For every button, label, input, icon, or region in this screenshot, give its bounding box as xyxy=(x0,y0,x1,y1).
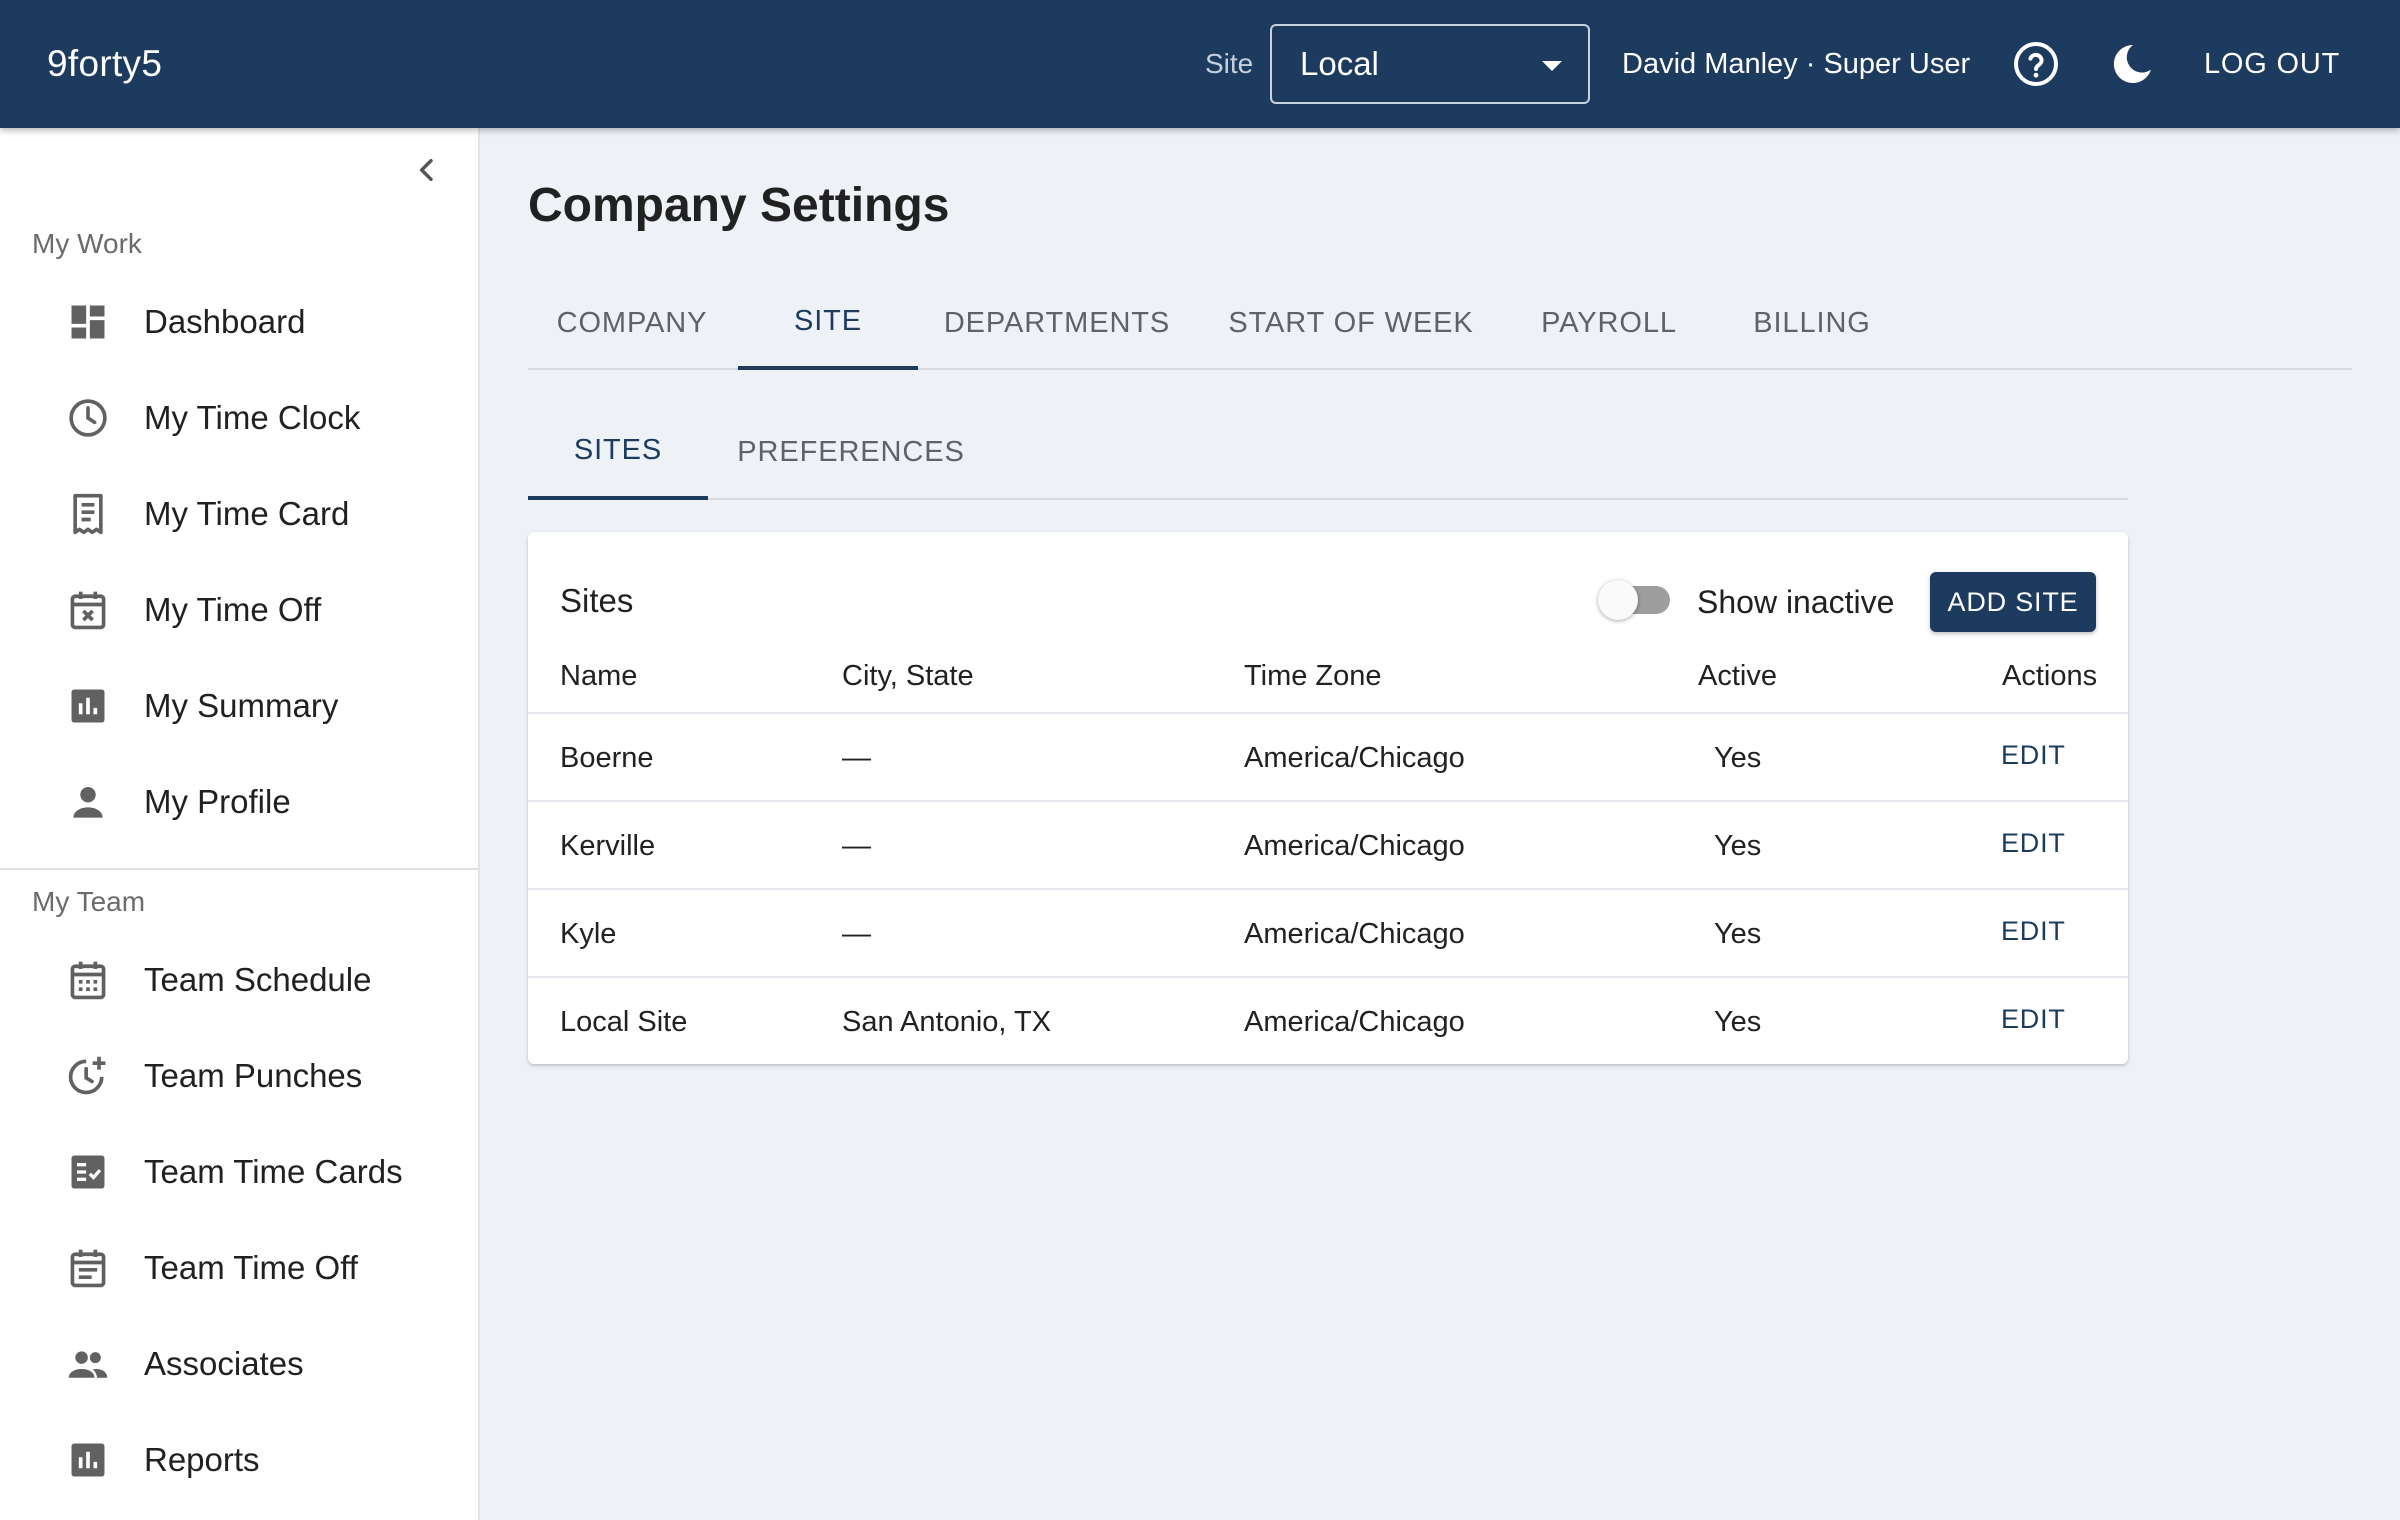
cell-city-state: — xyxy=(842,742,871,774)
bar-chart-icon xyxy=(71,689,105,723)
sidebar-item-my-time-card[interactable]: My Time Card xyxy=(0,468,478,560)
edit-button[interactable]: EDIT xyxy=(2001,1004,2066,1035)
sidebar-item-associates[interactable]: Associates xyxy=(0,1318,478,1410)
people-icon xyxy=(68,1351,108,1378)
sidebar-item-label: My Profile xyxy=(144,783,291,820)
cell-name: Boerne xyxy=(560,742,654,774)
settings-tabs: COMPANY SITE DEPARTMENTS START OF WEEK P… xyxy=(528,276,2352,370)
cell-name: Kyle xyxy=(560,918,617,950)
chevron-down-icon xyxy=(1542,61,1562,71)
table-row: Kerville — America/Chicago Yes EDIT xyxy=(528,800,2128,888)
section-title-my-work: My Work xyxy=(32,228,142,259)
sidebar-item-label: My Summary xyxy=(144,687,339,724)
sidebar-item-label: My Time Off xyxy=(144,591,322,628)
sidebar-item-team-time-off[interactable]: Team Time Off xyxy=(0,1222,478,1314)
cell-time-zone: America/Chicago xyxy=(1244,1006,1465,1038)
checklist-icon xyxy=(71,1155,105,1189)
person-icon xyxy=(73,786,103,818)
sidebar-item-label: Associates xyxy=(144,1345,304,1382)
card-title: Sites xyxy=(560,582,634,619)
cell-name: Local Site xyxy=(560,1006,688,1038)
sidebar-item-my-profile[interactable]: My Profile xyxy=(0,756,478,848)
user-info: David Manley · Super User xyxy=(1622,47,1971,80)
brand-logo[interactable]: 9forty5 xyxy=(47,43,162,85)
sidebar-item-dashboard[interactable]: Dashboard xyxy=(0,276,478,368)
sidebar-item-my-time-off[interactable]: My Time Off xyxy=(0,564,478,656)
cell-active: Yes xyxy=(1714,918,1762,950)
tab-departments[interactable]: DEPARTMENTS xyxy=(920,276,1194,370)
sidebar-item-label: Dashboard xyxy=(144,303,306,340)
tab-payroll[interactable]: PAYROLL xyxy=(1508,276,1710,370)
sidebar-item-my-summary[interactable]: My Summary xyxy=(0,660,478,752)
help-icon[interactable] xyxy=(2012,40,2060,88)
edit-button[interactable]: EDIT xyxy=(2001,828,2066,859)
page-title: Company Settings xyxy=(528,179,950,232)
calendar-x-icon xyxy=(70,591,106,630)
clock-plus-icon xyxy=(68,1056,106,1095)
receipt-icon xyxy=(73,493,103,535)
sidebar-item-label: Reports xyxy=(144,1441,260,1478)
site-select[interactable]: Local xyxy=(1270,24,1590,104)
sidebar-item-label: My Time Clock xyxy=(144,399,361,436)
bar-chart-icon xyxy=(71,1443,105,1477)
sidebar-divider xyxy=(0,868,478,870)
show-inactive-toggle[interactable] xyxy=(1598,578,1674,622)
section-title-my-team: My Team xyxy=(32,886,146,917)
column-header-time-zone: Time Zone xyxy=(1244,660,1382,692)
sidebar-item-team-punches[interactable]: Team Punches xyxy=(0,1030,478,1122)
site-subtabs: SITES PREFERENCES xyxy=(528,404,2128,500)
tab-sites[interactable]: SITES xyxy=(528,404,708,500)
sidebar-item-team-schedule[interactable]: Team Schedule xyxy=(0,934,478,1026)
cell-city-state: — xyxy=(842,830,871,862)
calendar-list-icon xyxy=(70,1249,106,1288)
clock-icon xyxy=(69,399,107,437)
tab-company[interactable]: COMPANY xyxy=(528,276,736,370)
sidebar-item-team-time-cards[interactable]: Team Time Cards xyxy=(0,1126,478,1218)
table-row: Kyle — America/Chicago Yes EDIT xyxy=(528,888,2128,976)
cell-city-state: — xyxy=(842,918,871,950)
logout-button[interactable]: LOG OUT xyxy=(2204,48,2340,81)
edit-button[interactable]: EDIT xyxy=(2001,916,2066,947)
cell-time-zone: America/Chicago xyxy=(1244,742,1465,774)
cell-active: Yes xyxy=(1714,830,1762,862)
cell-active: Yes xyxy=(1714,742,1762,774)
calendar-grid-icon xyxy=(70,961,106,1000)
site-label: Site xyxy=(1205,48,1254,79)
dark-mode-icon[interactable] xyxy=(2108,40,2156,88)
sidebar-item-label: Team Time Cards xyxy=(144,1153,403,1190)
tab-start-of-week[interactable]: START OF WEEK xyxy=(1196,276,1506,370)
cell-time-zone: America/Chicago xyxy=(1244,830,1465,862)
sidebar-item-label: Team Schedule xyxy=(144,961,372,998)
sidebar-item-label: Team Time Off xyxy=(144,1249,358,1286)
tab-site[interactable]: SITE xyxy=(738,276,918,370)
cell-city-state: San Antonio, TX xyxy=(842,1006,1052,1038)
add-site-button[interactable]: ADD SITE xyxy=(1930,572,2096,632)
site-select-value: Local xyxy=(1300,45,1379,82)
sidebar-item-my-time-clock[interactable]: My Time Clock xyxy=(0,372,478,464)
cell-name: Kerville xyxy=(560,830,656,862)
column-header-active: Active xyxy=(1698,660,1777,692)
column-header-name: Name xyxy=(560,660,638,692)
column-header-actions: Actions xyxy=(2002,660,2098,692)
toggle-thumb xyxy=(1598,580,1638,620)
sites-card: Sites Show inactive ADD SITE Name City, … xyxy=(528,532,2128,1064)
tab-billing[interactable]: BILLING xyxy=(1712,276,1912,370)
dashboard-icon xyxy=(71,305,105,339)
sidebar-item-label: My Time Card xyxy=(144,495,350,532)
column-header-city-state: City, State xyxy=(842,660,974,692)
sidebar: My Work Dashboard My Time Clock My Time … xyxy=(0,128,480,1520)
table-row: Boerne — America/Chicago Yes EDIT xyxy=(528,712,2128,800)
show-inactive-label: Show inactive xyxy=(1697,584,1895,620)
chevron-left-icon[interactable] xyxy=(411,154,443,186)
app-bar: 9forty5 Site Local David Manley · Super … xyxy=(0,0,2400,128)
cell-time-zone: America/Chicago xyxy=(1244,918,1465,950)
table-row: Local Site San Antonio, TX America/Chica… xyxy=(528,976,2128,1064)
sidebar-item-reports[interactable]: Reports xyxy=(0,1414,478,1506)
cell-active: Yes xyxy=(1714,1006,1762,1038)
tab-preferences[interactable]: PREFERENCES xyxy=(710,404,992,500)
sidebar-item-label: Team Punches xyxy=(144,1057,363,1094)
edit-button[interactable]: EDIT xyxy=(2001,740,2066,771)
